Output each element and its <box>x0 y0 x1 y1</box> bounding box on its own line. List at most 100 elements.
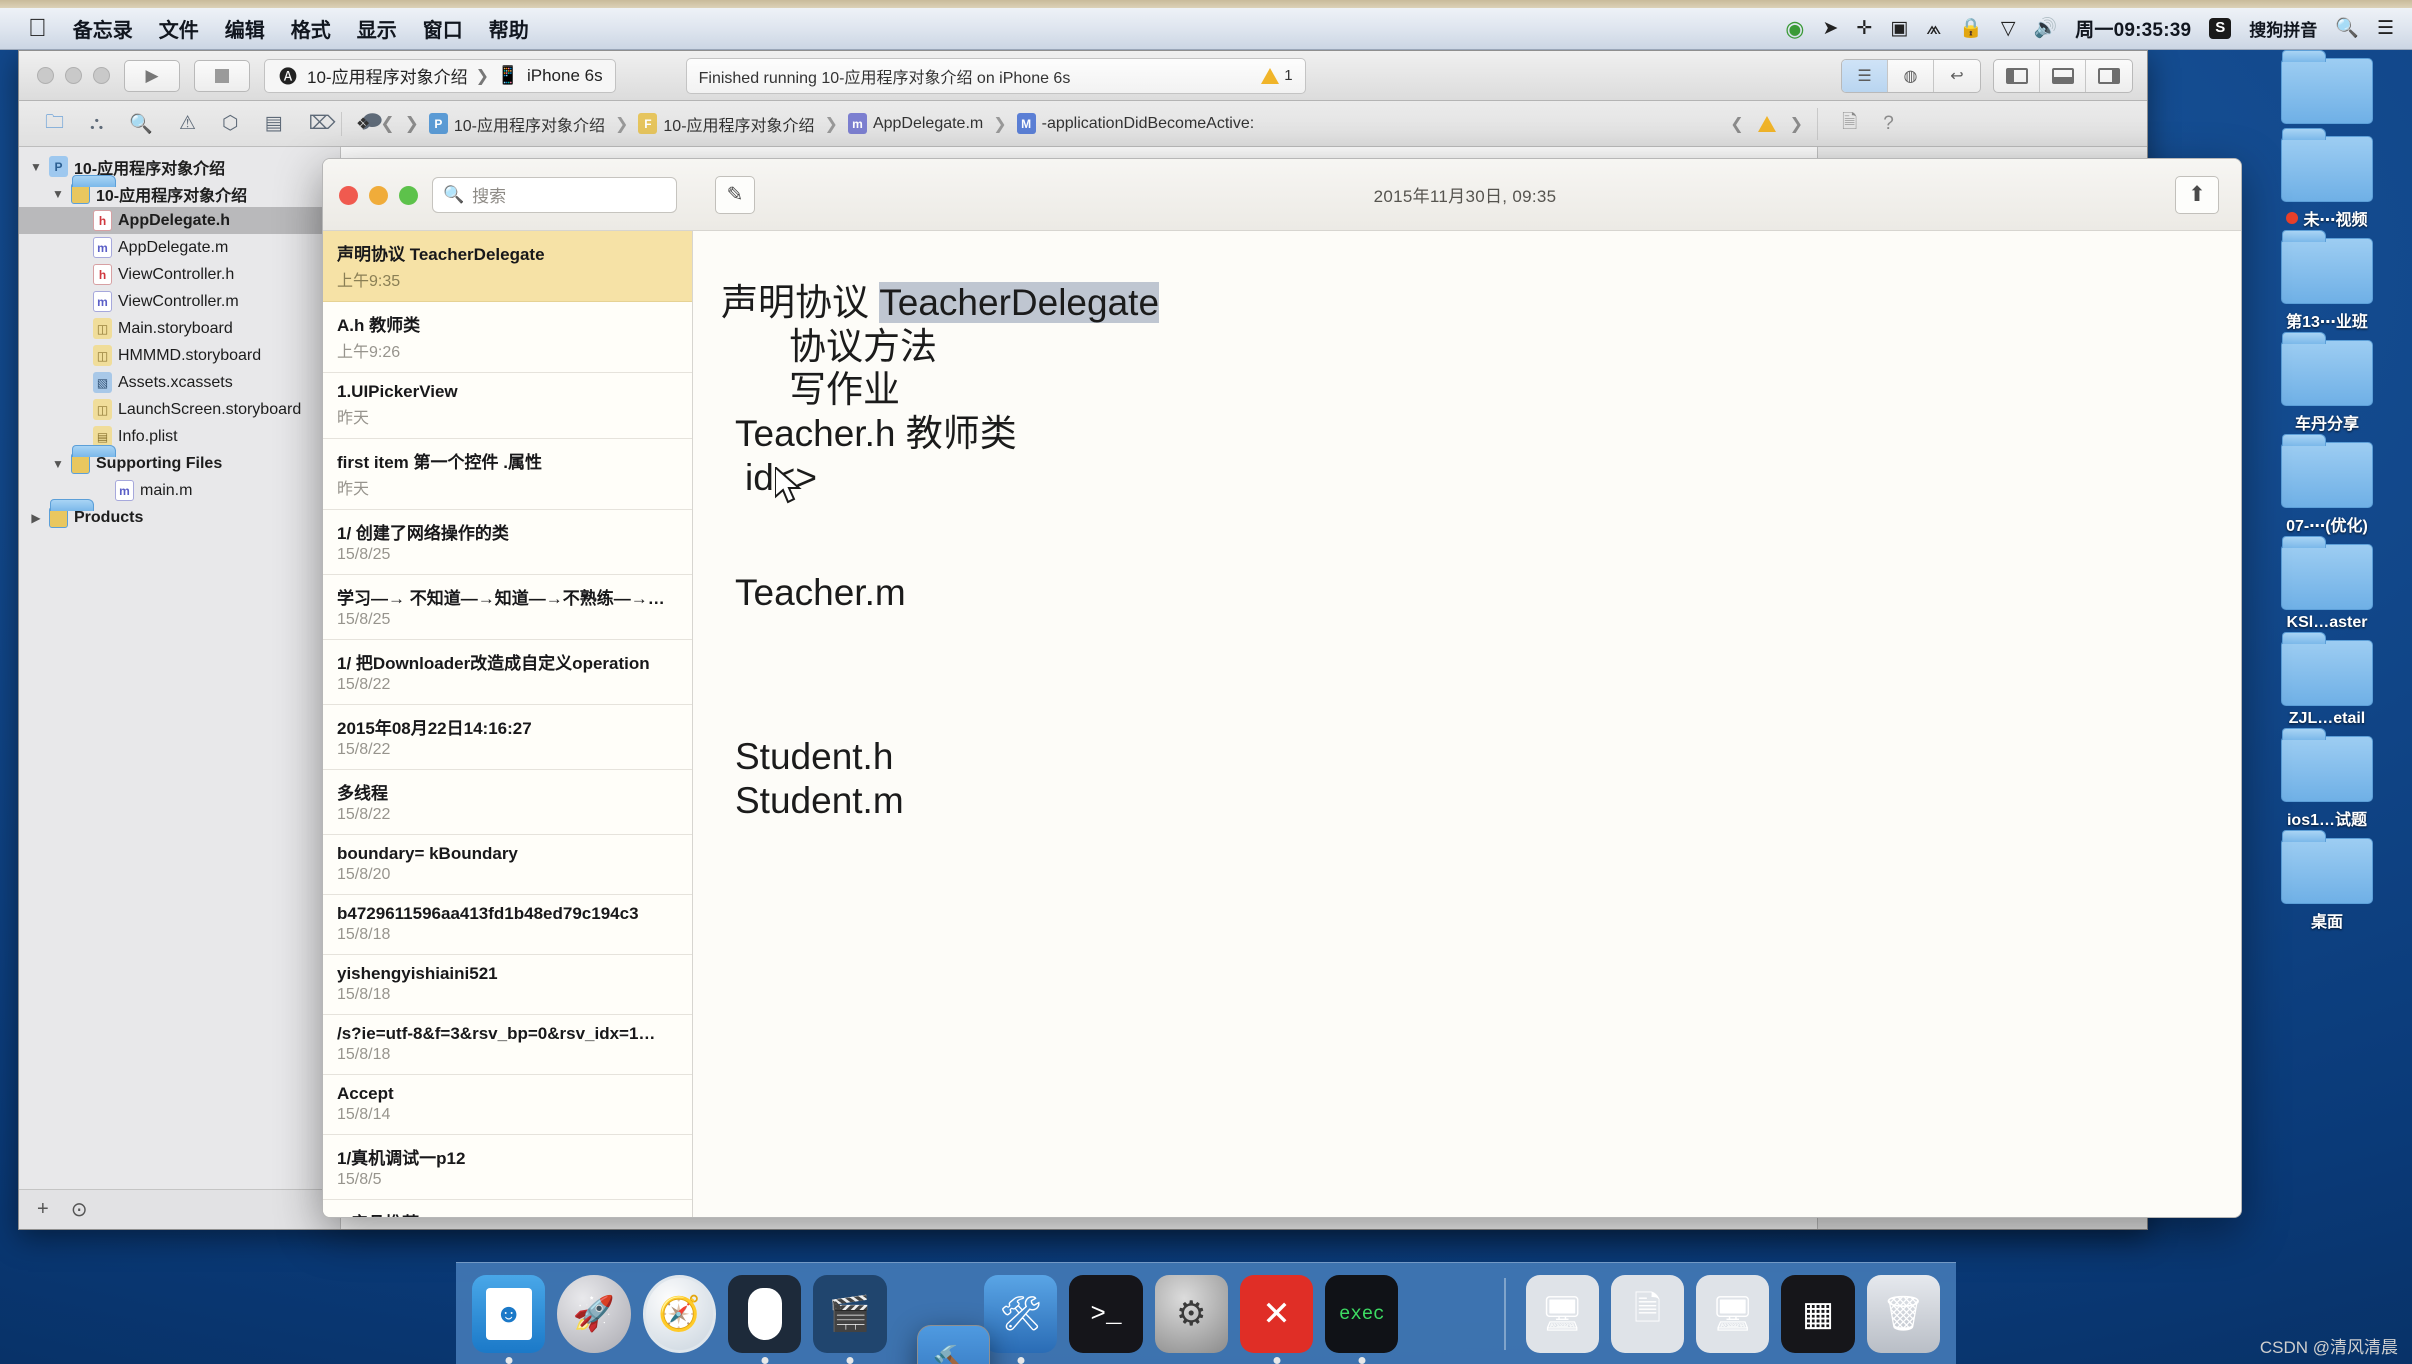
desktop-folder[interactable]: 车丹分享 <box>2257 332 2397 434</box>
run-button[interactable]: ▶ <box>124 59 180 92</box>
scheme-selector[interactable]: 🅐 10-应用程序对象介绍 ❯ 📱 iPhone 6s <box>264 58 616 93</box>
tree-row-main-storyboard[interactable]: ◫ Main.storyboard <box>19 315 340 342</box>
menu-item-help[interactable]: 帮助 <box>489 14 529 43</box>
note-list-item[interactable]: boundary= kBoundary 15/8/20 <box>323 835 692 895</box>
menu-item-file[interactable]: 文件 <box>159 14 199 43</box>
dock-item-imovie[interactable]: 🎬 <box>813 1274 887 1364</box>
dock-item-stack-3[interactable]: 🖥 <box>1696 1274 1770 1353</box>
dock-item-stack-1[interactable]: 🖥 <box>1525 1274 1599 1353</box>
note-list-item[interactable]: 1/产品推荐 15/8/4 <box>323 1200 692 1217</box>
related-items-icon[interactable]: ❖ <box>356 114 370 134</box>
quick-help-inspector-icon[interactable]: ? <box>1883 113 1894 135</box>
note-list-item[interactable]: Accept 15/8/14 <box>323 1075 692 1135</box>
menu-item-edit[interactable]: 编辑 <box>225 14 265 43</box>
screen-record-icon[interactable]: ▣ <box>1890 19 1908 38</box>
tree-row-project[interactable]: ▼ P 10-应用程序对象介绍 <box>19 153 340 180</box>
note-content-area[interactable]: 声明协议 TeacherDelegate 协议方法 写作业 Teacher.h … <box>693 231 2241 1217</box>
tree-row-launchscreen[interactable]: ◫ LaunchScreen.storyboard <box>19 396 340 423</box>
input-method-badge[interactable]: S <box>2209 18 2232 39</box>
close-button[interactable] <box>339 186 358 205</box>
breadcrumb-item-group[interactable]: F 10-应用程序对象介绍 <box>638 112 815 136</box>
tree-row-infoplist[interactable]: ▤ Info.plist <box>19 423 340 450</box>
menu-item-format[interactable]: 格式 <box>291 14 331 43</box>
xcode-traffic-lights[interactable] <box>33 67 110 84</box>
toggle-navigator-button[interactable] <box>1994 59 2040 92</box>
tree-row-appdelegate-m[interactable]: m AppDelegate.m <box>19 234 340 261</box>
note-list-item[interactable]: yishengyishiaini521 15/8/18 <box>323 955 692 1015</box>
symbol-navigator-icon[interactable]: ⛬ <box>90 113 103 135</box>
tree-row-group[interactable]: ▼ 10-应用程序对象介绍 <box>19 175 340 207</box>
input-method-label[interactable]: 搜狗拼音 <box>2249 16 2317 41</box>
airplay-icon[interactable]: ⩕ <box>1926 19 1941 38</box>
editor-mode-segments[interactable]: ☰ ◍ ↩ <box>1841 58 1981 93</box>
zoom-button[interactable] <box>399 186 418 205</box>
desktop-folder[interactable]: 第13⋯业班 <box>2257 230 2397 332</box>
dock-item-trash[interactable]: 🗑 <box>1866 1274 1940 1353</box>
menu-clock[interactable]: 周一09:35:39 <box>2075 15 2191 42</box>
minimize-button[interactable] <box>65 67 82 84</box>
note-list-item[interactable]: 学习—→ 不知道—→知道—→不熟练—→熟… 15/8/25 <box>323 575 692 640</box>
dock-item-launchpad[interactable]: 🚀 <box>557 1274 631 1353</box>
apple-logo-icon[interactable]:  <box>28 16 47 41</box>
menu-item-window[interactable]: 窗口 <box>423 14 463 43</box>
note-list-item[interactable]: 1.UIPickerView 昨天 <box>323 373 692 439</box>
note-list-item[interactable]: b4729611596aa413fd1b48ed79c194c3 15/8/18 <box>323 895 692 955</box>
note-list-item[interactable]: 1/ 把Downloader改造成自定义operation 15/8/22 <box>323 640 692 705</box>
pane-toggle-segments[interactable] <box>1993 58 2133 93</box>
menu-item-view[interactable]: 显示 <box>357 14 397 43</box>
note-list-item[interactable]: A.h 教师类 上午9:26 <box>323 302 692 373</box>
share-button[interactable]: ⬆ <box>2174 175 2219 214</box>
standard-editor-button[interactable]: ☰ <box>1842 59 1888 92</box>
dock-item-xcode-beta[interactable]: 🛠 <box>984 1274 1058 1364</box>
dock-item-safari[interactable]: 🧭 <box>642 1274 717 1353</box>
toggle-utilities-button[interactable] <box>2086 60 2132 92</box>
tree-row-appdelegate-h[interactable]: h AppDelegate.h <box>19 207 340 234</box>
bluetooth-icon[interactable]: ✛ <box>1856 19 1872 38</box>
play-circle-icon[interactable]: ◉ <box>1785 17 1804 40</box>
disclosure-triangle-icon[interactable]: ▼ <box>51 187 65 201</box>
note-list-item[interactable]: /s?ie=utf-8&f=3&rsv_bp=0&rsv_idx=1… 15/8… <box>323 1015 692 1075</box>
dock-item-xcode[interactable]: 🔨 <box>916 1324 991 1364</box>
dock-item-finder[interactable]: ☻ <box>472 1274 546 1364</box>
forward-button[interactable]: ❯ <box>405 114 419 134</box>
lock-icon[interactable]: 🔒 <box>1959 19 1983 38</box>
desktop-folder[interactable]: ios1…试题 <box>2257 728 2397 830</box>
note-list-item[interactable]: 多线程 15/8/22 <box>323 770 692 835</box>
tree-row-hmmmd-storyboard[interactable]: ◫ HMMMD.storyboard <box>19 342 340 369</box>
toggle-debug-button[interactable] <box>2040 59 2086 92</box>
breadcrumb-item-file[interactable]: m AppDelegate.m <box>847 113 983 134</box>
dock-item-system-preferences[interactable]: ⚙ <box>1154 1274 1228 1353</box>
back-button[interactable]: ❮ <box>380 114 394 134</box>
breadcrumb-item-project[interactable]: P 10-应用程序对象介绍 <box>428 112 605 136</box>
file-inspector-icon[interactable]: 🗎 <box>1842 108 1857 140</box>
previous-issue-icon[interactable]: ❮ <box>1730 114 1743 134</box>
desktop-folder[interactable] <box>2257 50 2397 128</box>
note-list-item[interactable]: first item 第一个控件 .属性 昨天 <box>323 439 692 510</box>
tree-row-supporting-files[interactable]: ▼ Supporting Files <box>19 445 340 477</box>
minimize-button[interactable] <box>369 186 388 205</box>
tree-row-assets[interactable]: ▧ Assets.xcassets <box>19 369 340 396</box>
note-list-item[interactable]: 1/真机调试一p12 15/8/5 <box>323 1135 692 1200</box>
next-issue-icon[interactable]: ❯ <box>1790 114 1803 134</box>
dock-item-stack-2[interactable]: 🗎 <box>1610 1274 1685 1353</box>
breakpoint-navigator-icon[interactable]: ⌦ <box>309 112 336 135</box>
version-editor-button[interactable]: ↩ <box>1934 60 1980 92</box>
tree-row-viewcontroller-m[interactable]: m ViewController.m <box>19 288 340 315</box>
close-button[interactable] <box>37 67 54 84</box>
desktop-folder[interactable]: 未⋯视频 <box>2257 128 2397 230</box>
notes-traffic-lights[interactable] <box>339 184 418 205</box>
stop-button[interactable] <box>194 59 250 92</box>
find-navigator-icon[interactable]: 🔍 <box>129 112 153 136</box>
tree-row-viewcontroller-h[interactable]: h ViewController.h <box>19 261 340 288</box>
assistant-editor-button[interactable]: ◍ <box>1888 59 1934 92</box>
tree-row-products[interactable]: ▶ Products <box>19 499 340 531</box>
desktop-folder[interactable]: KSl…aster <box>2257 536 2397 632</box>
dock-item-xmind[interactable]: ✕ <box>1239 1274 1314 1364</box>
test-navigator-icon[interactable]: ⬡ <box>222 112 239 135</box>
notification-center-icon[interactable]: ☰ <box>2377 19 2394 38</box>
compose-note-button[interactable]: ✎ <box>715 175 755 214</box>
filter-button[interactable]: ⊙ <box>71 1197 88 1222</box>
desktop-folder[interactable]: ZJL…etail <box>2257 632 2397 728</box>
search-icon[interactable]: 🔍 <box>2335 19 2359 38</box>
project-navigator-icon[interactable]: 🗀 <box>45 108 64 140</box>
